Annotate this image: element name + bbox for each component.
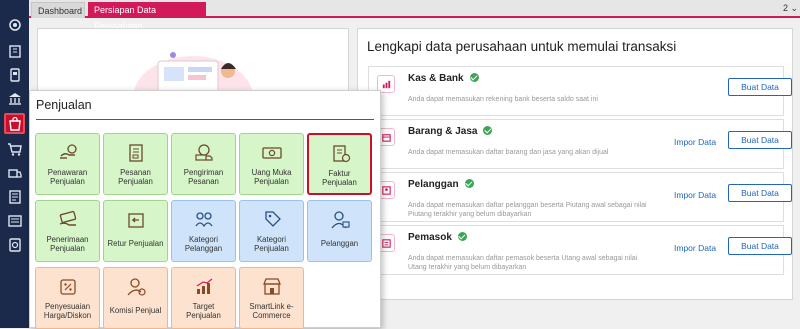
cash-icon — [262, 147, 282, 159]
report-icon[interactable] — [4, 186, 25, 207]
check-icon — [483, 125, 493, 135]
tile-kategori-penjualan[interactable]: Kategori Penjualan — [239, 200, 304, 262]
row-title: Kas & Bank — [408, 73, 464, 84]
tile-smartlink-ecommerce[interactable]: SmartLink e- Commerce — [239, 267, 304, 329]
setup-row-pelanggan: Pelanggan Anda dapat memasukan daftar pe… — [368, 172, 792, 222]
row-description: Anda dapat memasukan daftar pelanggan be… — [408, 202, 647, 218]
tab-dashboard[interactable]: Dashboard — [31, 2, 85, 18]
setup-row-pemasok: Pemasok Anda dapat memasukan daftar pema… — [368, 225, 792, 275]
tile-label: Uang Muka Penjualan — [251, 168, 292, 186]
tile-label: Penyesuaian Harga/Diskon — [43, 302, 92, 320]
impor-data-link[interactable]: Impor Data — [674, 243, 716, 253]
impor-data-link[interactable]: Impor Data — [674, 190, 716, 200]
setup-row-kas-bank: Kas & Bank Anda dapat memasukan rekening… — [368, 66, 792, 116]
row-description: Anda dapat memasukan daftar barang dan j… — [408, 149, 609, 156]
tag-icon — [265, 211, 281, 227]
row-title: Pemasok — [408, 232, 452, 243]
settings-icon[interactable] — [4, 14, 25, 35]
order-icon — [129, 144, 143, 162]
tile-label: Komisi Penjual — [109, 306, 162, 315]
setup-title: Lengkapi data perusahaan untuk memulai t… — [367, 39, 677, 54]
company-icon[interactable] — [4, 40, 25, 61]
purchase-icon[interactable] — [4, 138, 25, 159]
list-icon[interactable] — [4, 210, 25, 231]
check-icon — [469, 72, 479, 82]
tile-label: Target Penjualan — [186, 302, 221, 320]
penjualan-menu-popup: Penjualan Penawaran Penjualan Pesanan Pe… — [29, 90, 381, 329]
tile-label: Kategori Pelanggan — [184, 235, 223, 253]
tile-kategori-pelanggan[interactable]: Kategori Pelanggan — [171, 200, 236, 262]
row-title: Pelanggan — [408, 179, 459, 190]
discount-icon — [60, 279, 76, 295]
tile-label: Penerimaan Penjualan — [46, 235, 89, 253]
tile-label: Retur Penjualan — [107, 239, 164, 248]
tile-uang-muka-penjualan[interactable]: Uang Muka Penjualan — [239, 133, 304, 195]
tile-pelanggan[interactable]: Pelanggan — [307, 200, 372, 262]
salesperson-icon — [127, 278, 146, 296]
tile-label: Faktur Penjualan — [322, 169, 357, 187]
customer-icon — [331, 211, 350, 229]
sales-icon[interactable] — [4, 113, 25, 134]
customer-category-icon — [195, 212, 213, 228]
tile-label: Kategori Penjualan — [254, 235, 289, 253]
left-rail — [0, 0, 29, 328]
tile-pengiriman-pesanan[interactable]: Pengiriman Pesanan — [171, 133, 236, 195]
tile-label: Pengiriman Pesanan — [183, 168, 224, 186]
tab-bar: Dashboard Persiapan Data Perusahaan 2 ⌄ — [29, 0, 800, 31]
money-receive-icon — [59, 210, 77, 226]
tile-penyesuaian-harga-diskon[interactable]: Penyesuaian Harga/Diskon — [35, 267, 100, 329]
tile-label: Pesanan Penjualan — [118, 168, 153, 186]
tile-retur-penjualan[interactable]: Retur Penjualan — [103, 200, 168, 262]
row-description: Anda dapat memasukan rekening bank beser… — [408, 96, 598, 103]
popup-title: Penjualan — [36, 98, 92, 112]
return-icon — [128, 213, 144, 228]
target-chart-icon — [196, 278, 213, 294]
quote-icon — [60, 144, 77, 159]
buat-data-button[interactable]: Buat Data — [728, 237, 792, 255]
setup-row-barang-jasa: Barang & Jasa Anda dapat memasukan dafta… — [368, 119, 792, 169]
shield-icon[interactable] — [4, 234, 25, 255]
tile-label: Pelanggan — [320, 239, 359, 248]
tile-penerimaan-penjualan[interactable]: Penerimaan Penjualan — [35, 200, 100, 262]
setup-panel: Lengkapi data perusahaan untuk memulai t… — [357, 28, 793, 300]
check-icon — [457, 231, 467, 241]
buat-data-button[interactable]: Buat Data — [728, 78, 792, 96]
ledger-icon[interactable] — [4, 64, 25, 85]
buat-data-button[interactable]: Buat Data — [728, 131, 792, 149]
inventory-icon[interactable] — [4, 162, 25, 183]
invoice-icon — [333, 145, 351, 163]
tab-overflow-menu[interactable]: 2 ⌄ — [783, 3, 798, 14]
tile-komisi-penjual[interactable]: Komisi Penjual — [103, 267, 168, 329]
popup-divider — [36, 119, 374, 120]
tile-label: SmartLink e- Commerce — [249, 302, 294, 320]
tab-persiapan-data[interactable]: Persiapan Data Perusahaan — [88, 2, 206, 31]
store-icon — [263, 278, 281, 295]
delivery-truck-icon — [195, 144, 213, 161]
check-icon — [464, 178, 474, 188]
tile-pesanan-penjualan[interactable]: Pesanan Penjualan — [103, 133, 168, 195]
tile-faktur-penjualan[interactable]: Faktur Penjualan — [307, 133, 372, 195]
impor-data-link[interactable]: Impor Data — [674, 137, 716, 147]
row-description: Anda dapat memasukan daftar pemasok bese… — [408, 255, 638, 271]
tile-label: Penawaran Penjualan — [47, 168, 88, 186]
tile-target-penjualan[interactable]: Target Penjualan — [171, 267, 236, 329]
buat-data-button[interactable]: Buat Data — [728, 184, 792, 202]
tile-penawaran-penjualan[interactable]: Penawaran Penjualan — [35, 133, 100, 195]
bank-icon[interactable] — [4, 88, 25, 109]
row-title: Barang & Jasa — [408, 126, 478, 137]
